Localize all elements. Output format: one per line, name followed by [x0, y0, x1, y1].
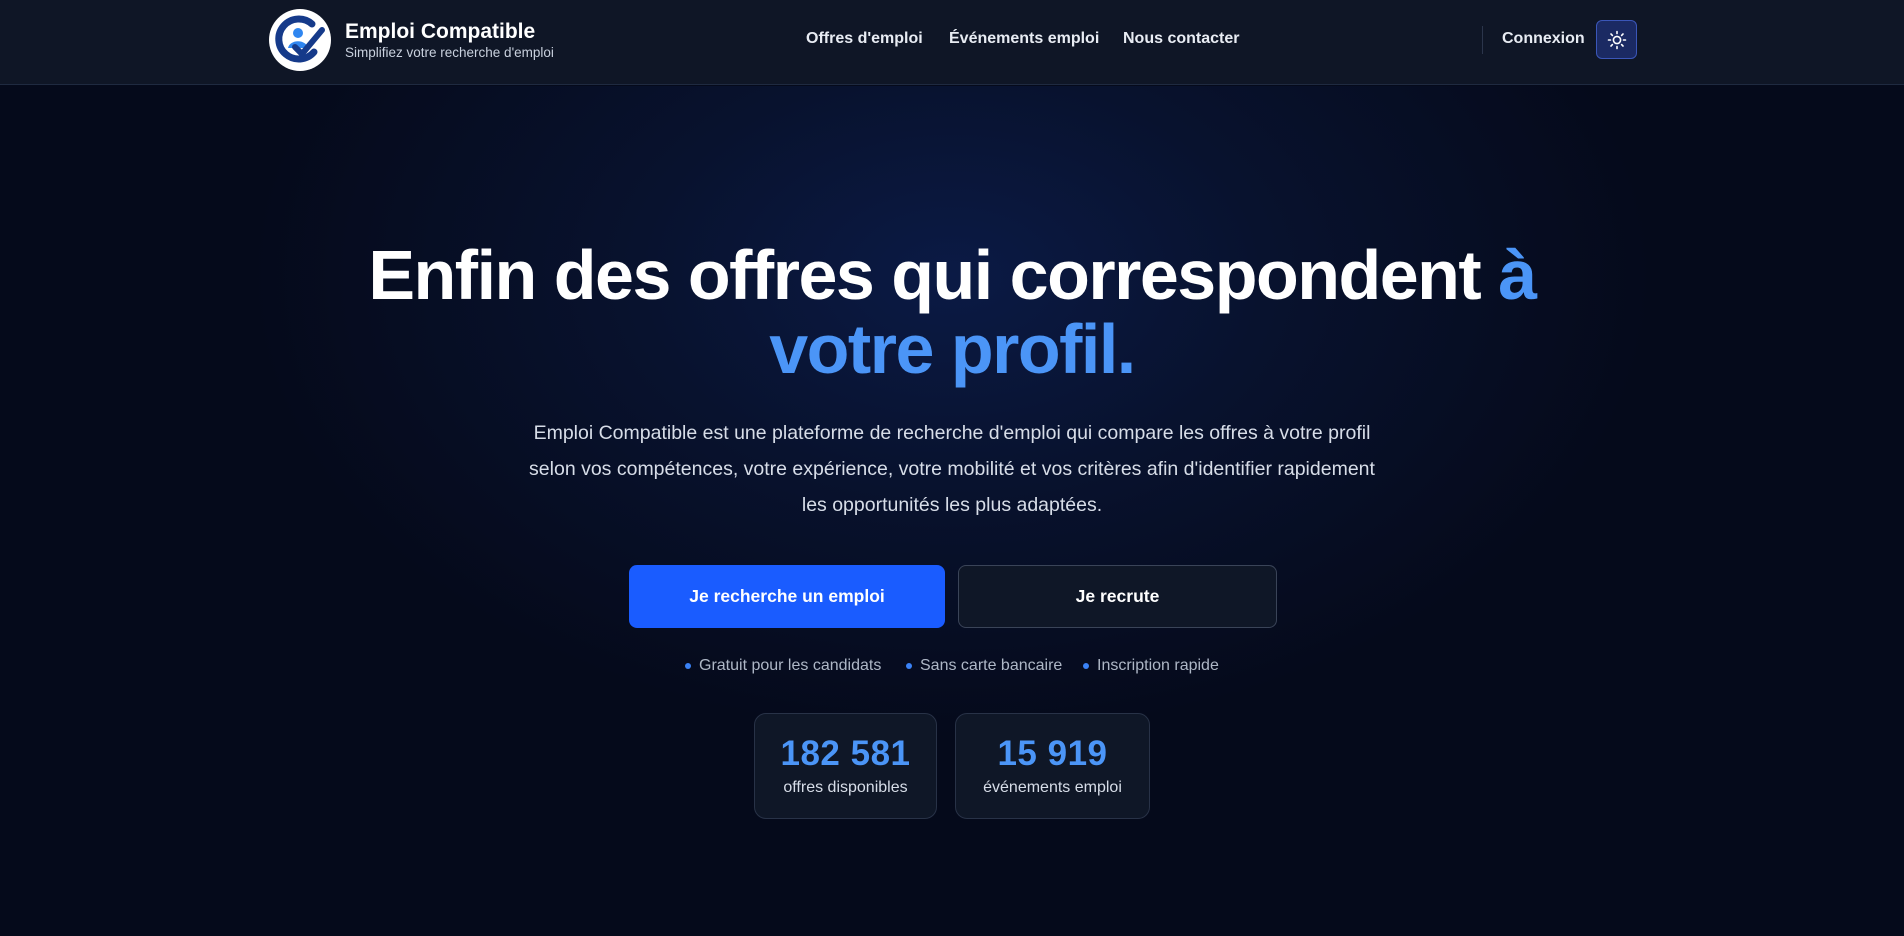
recruit-button[interactable]: Je recrute: [958, 565, 1277, 628]
sun-icon: [1607, 30, 1626, 49]
perk-label: Sans carte bancaire: [920, 657, 1063, 674]
stat-value: 15 919: [997, 734, 1108, 773]
stat-card-events: 15 919 événements emploi: [955, 713, 1150, 819]
hero-title: Enfin des offres qui correspondent à vot…: [352, 238, 1552, 386]
hero-description: Emploi Compatible est une plateforme de …: [529, 422, 1375, 516]
theme-toggle-button[interactable]: [1596, 20, 1637, 59]
nav-link-evenements[interactable]: Événements emploi: [949, 30, 1099, 48]
site-header: Emploi Compatible Simplifiez votre reche…: [0, 0, 1904, 85]
brand-subtitle: Simplifiez votre recherche d'emploi: [345, 45, 554, 60]
perk-label: Gratuit pour les candidats: [699, 657, 882, 674]
bullet-dot-icon: [1083, 663, 1089, 669]
brand-logo[interactable]: [268, 8, 332, 72]
stat-label: offres disponibles: [783, 779, 908, 796]
stat-label: événements emploi: [983, 779, 1122, 796]
stat-value: 182 581: [780, 734, 911, 773]
perk-label: Inscription rapide: [1097, 657, 1219, 674]
login-link[interactable]: Connexion: [1502, 30, 1585, 48]
bullet-dot-icon: [685, 663, 691, 669]
bullet-dot-icon: [906, 663, 912, 669]
stat-card-offers: 182 581 offres disponibles: [754, 713, 937, 819]
nav-link-contact[interactable]: Nous contacter: [1123, 30, 1239, 48]
hero-title-main: Enfin des offres qui correspondent: [368, 236, 1481, 314]
perk-no-card: Sans carte bancaire: [906, 657, 1062, 675]
person-checkmark-logo-icon: [269, 9, 331, 71]
hero-title-accent-a: à: [1498, 236, 1537, 314]
nav-divider: [1482, 26, 1483, 54]
brand-title[interactable]: Emploi Compatible: [345, 20, 535, 44]
perk-free: Gratuit pour les candidats: [685, 657, 881, 675]
perk-quick-signup: Inscription rapide: [1083, 657, 1219, 675]
nav-link-offres[interactable]: Offres d'emploi: [806, 30, 923, 48]
job-search-button[interactable]: Je recherche un emploi: [629, 565, 945, 628]
hero-title-accent-profile: votre profil.: [769, 310, 1136, 388]
